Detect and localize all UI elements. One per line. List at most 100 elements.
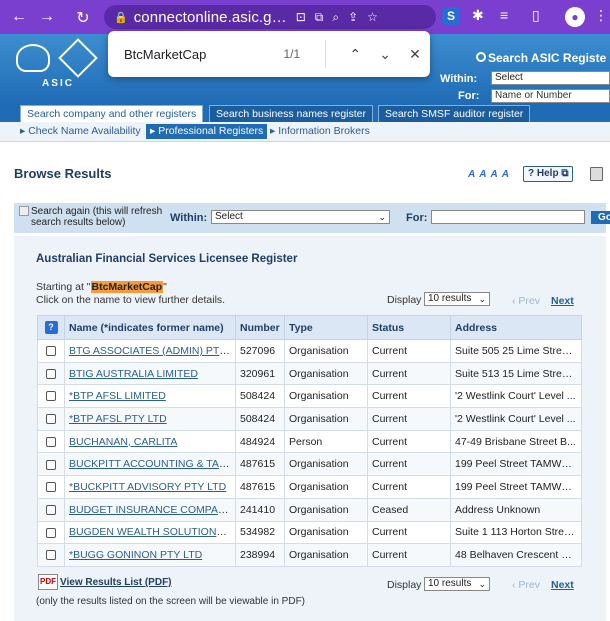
row-checkbox[interactable] bbox=[46, 504, 56, 515]
pdf-icon[interactable]: PDF bbox=[38, 574, 58, 590]
search-again-within-select[interactable]: Select ⌄ bbox=[211, 210, 390, 224]
extension-s-icon[interactable]: S bbox=[442, 7, 460, 25]
row-checkbox[interactable] bbox=[46, 346, 56, 357]
side-panel-icon[interactable]: ▯ bbox=[532, 7, 540, 24]
status-cell: Current bbox=[367, 520, 451, 545]
licensee-name-link[interactable]: BUCKPITT ACCOUNTING & TAX PT... bbox=[69, 458, 235, 470]
reading-list-icon[interactable]: ≡ bbox=[500, 7, 508, 23]
row-checkbox[interactable] bbox=[46, 459, 56, 470]
next-link-top[interactable]: Next bbox=[551, 295, 574, 307]
find-previous-icon[interactable]: ⌃ bbox=[340, 46, 370, 63]
url-text: connectonline.asic.g… bbox=[133, 8, 287, 26]
row-checkbox[interactable] bbox=[46, 391, 56, 402]
asic-logo[interactable]: ASIC bbox=[12, 38, 104, 98]
type-cell: Organisation bbox=[284, 452, 368, 477]
menu-icon[interactable]: ⋮ bbox=[594, 7, 608, 24]
go-button[interactable]: Go bbox=[591, 211, 610, 224]
print-icon[interactable] bbox=[590, 167, 603, 181]
search-again-bar: Search again (this will refresh search r… bbox=[14, 203, 610, 233]
next-link-bottom[interactable]: Next bbox=[551, 579, 574, 591]
zoom-icon[interactable]: ⌕ bbox=[332, 10, 339, 25]
row-checkbox[interactable] bbox=[46, 368, 56, 379]
column-header-address: Address bbox=[450, 315, 582, 340]
display-select-top-value: 10 results bbox=[428, 293, 472, 304]
view-results-pdf-link[interactable]: View Results List (PDF) bbox=[60, 577, 172, 588]
prev-link-bottom[interactable]: ‹ Prev bbox=[512, 579, 540, 591]
search-in-page-icon[interactable]: ⊡ bbox=[296, 10, 306, 24]
status-cell: Current bbox=[367, 543, 451, 567]
lock-icon: 🔒 bbox=[114, 11, 128, 24]
licensee-name-link[interactable]: *BTP AFSL PTY LTD bbox=[69, 413, 167, 425]
display-select-top[interactable]: 10 results ⌄ bbox=[424, 292, 490, 306]
header-within-label: Within: bbox=[440, 73, 478, 85]
name-cell: BTG ASSOCIATES (ADMIN) PTY LTD bbox=[64, 339, 236, 363]
subnav-information-brokers-label: Information Brokers bbox=[278, 125, 370, 137]
forward-icon[interactable]: → bbox=[34, 8, 60, 26]
browser-toolbar: ← → ↻ 🔒 connectonline.asic.g… ⊡ ⧉ ⌕ ⇪ ☆ … bbox=[0, 0, 610, 34]
search-again-for-input[interactable] bbox=[431, 210, 585, 224]
number-cell: 238994 bbox=[235, 543, 285, 567]
share-icon[interactable]: ⇪ bbox=[348, 10, 358, 24]
status-cell: Current bbox=[367, 429, 451, 454]
tab-company-registers[interactable]: Search company and other registers bbox=[20, 105, 204, 122]
row-checkbox-cell bbox=[37, 543, 65, 567]
subnav-check-name[interactable]: ▸ Check Name Availability bbox=[20, 125, 141, 137]
header-within-select[interactable]: Select bbox=[491, 71, 610, 85]
type-cell: Person bbox=[284, 429, 368, 454]
type-cell: Organisation bbox=[284, 497, 368, 522]
display-select-bottom[interactable]: 10 results ⌄ bbox=[424, 577, 490, 591]
search-again-within-label: Within: bbox=[170, 212, 208, 224]
extensions-puzzle-icon[interactable]: ✱ bbox=[472, 7, 484, 24]
type-cell: Organisation bbox=[284, 475, 368, 499]
table-row: *BUGG GONINON PTY LTD 238994 Organisation C… bbox=[37, 543, 582, 567]
licensee-name-link[interactable]: BTG ASSOCIATES (ADMIN) PTY LTD bbox=[69, 345, 235, 357]
help-button[interactable]: ? Help ⧉ bbox=[523, 166, 574, 182]
register-tabs: Search company and other registers Searc… bbox=[0, 104, 610, 122]
row-checkbox-cell bbox=[37, 497, 65, 522]
address-cell: 47-49 Brisbane Street B... bbox=[450, 429, 582, 454]
reload-icon[interactable]: ↻ bbox=[70, 8, 96, 28]
subnav-professional-registers[interactable]: ▸ Professional Registers bbox=[146, 124, 268, 139]
subnav-information-brokers[interactable]: ▸ Information Brokers bbox=[270, 125, 370, 137]
question-icon[interactable]: ? bbox=[44, 321, 58, 334]
find-bar: BtcMarketCap 1/1 ⌃ ⌄ ✕ bbox=[108, 31, 430, 77]
row-checkbox[interactable] bbox=[46, 414, 56, 425]
licensee-name-link[interactable]: *BTP AFSL LIMITED bbox=[69, 390, 166, 402]
starting-at-term: BtcMarketCap bbox=[90, 281, 164, 293]
starting-at-prefix: Starting at " bbox=[36, 281, 91, 293]
number-cell: 487615 bbox=[235, 452, 285, 477]
licensee-name-link[interactable]: BUCHANAN, CARLITA bbox=[69, 436, 177, 448]
prev-link-top[interactable]: ‹ Prev bbox=[512, 295, 540, 307]
type-cell: Organisation bbox=[284, 384, 368, 409]
licensee-name-link[interactable]: BTIG AUSTRALIA LIMITED bbox=[69, 368, 198, 380]
chevron-down-icon: ⌄ bbox=[478, 579, 486, 589]
profile-avatar[interactable]: ● bbox=[565, 7, 585, 27]
find-close-icon[interactable]: ✕ bbox=[400, 46, 430, 63]
licensee-name-link[interactable]: *BUCKPITT ADVISORY PTY LTD bbox=[69, 481, 226, 493]
tab-smsf-auditor[interactable]: Search SMSF auditor register bbox=[378, 105, 531, 122]
row-checkbox[interactable] bbox=[46, 527, 56, 538]
row-checkbox[interactable] bbox=[46, 550, 56, 561]
tab-business-names[interactable]: Search business names register bbox=[209, 105, 373, 122]
find-input[interactable]: BtcMarketCap bbox=[124, 47, 283, 62]
address-bar[interactable]: 🔒 connectonline.asic.g… ⊡ ⧉ ⌕ ⇪ ☆ bbox=[104, 5, 436, 29]
header-for-input[interactable]: Name or Number bbox=[491, 89, 610, 103]
font-size-controls[interactable]: A A A A bbox=[468, 169, 510, 180]
name-cell: BUDGET INSURANCE COMPANY LI... bbox=[64, 497, 236, 522]
find-next-icon[interactable]: ⌄ bbox=[370, 46, 400, 63]
status-cell: Current bbox=[367, 384, 451, 409]
row-checkbox[interactable] bbox=[46, 436, 56, 447]
table-row: BUCKPITT ACCOUNTING & TAX PT... 487615 Org… bbox=[37, 452, 582, 477]
back-icon[interactable]: ← bbox=[6, 8, 32, 26]
row-checkbox-cell bbox=[37, 520, 65, 545]
licensee-name-link[interactable]: BUDGET INSURANCE COMPANY LI... bbox=[69, 504, 235, 516]
licensee-name-link[interactable]: *BUGG GONINON PTY LTD bbox=[69, 549, 202, 561]
sub-navigation: ▸ Check Name Availability ▸ Professional… bbox=[0, 122, 610, 142]
find-count: 1/1 bbox=[283, 47, 301, 61]
bookmark-star-icon[interactable]: ☆ bbox=[367, 10, 378, 24]
licensee-name-link[interactable]: BUGDEN WEALTH SOLUTIONS PTY... bbox=[69, 526, 235, 538]
translate-icon[interactable]: ⧉ bbox=[315, 10, 324, 25]
row-checkbox[interactable] bbox=[46, 482, 56, 493]
help-column-header[interactable]: ? bbox=[37, 315, 65, 340]
search-icon bbox=[476, 52, 486, 62]
